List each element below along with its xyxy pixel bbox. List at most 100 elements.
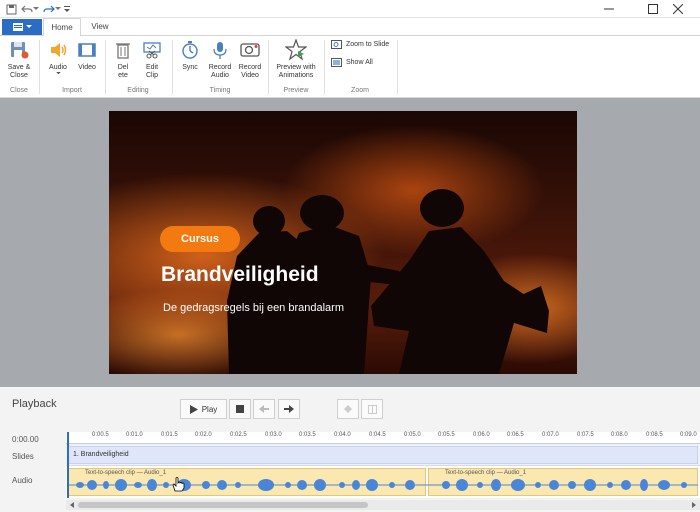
file-menu-button[interactable] [2, 19, 42, 35]
group-label-preview: Preview [283, 87, 309, 94]
preview-with-animations-button[interactable]: Preview with Animations [272, 38, 320, 80]
add-marker-button[interactable] [337, 399, 359, 419]
delete-button[interactable]: Del ete [110, 38, 136, 80]
playback-title: Playback [12, 398, 57, 410]
ruler-tick: 0:01.5 [161, 432, 178, 438]
audio-icon [46, 38, 70, 62]
slide-title: Brandveiligheid [161, 263, 319, 286]
play-icon [189, 404, 198, 414]
zoom-to-slide-icon [331, 40, 342, 49]
arrow-right-icon [284, 405, 294, 413]
import-audio-label: Audio [49, 64, 67, 71]
group-divider [397, 40, 398, 94]
show-all-label: Show All [346, 59, 373, 66]
scroll-right-icon[interactable] [691, 502, 697, 508]
undo-dropdown-icon[interactable] [32, 2, 40, 16]
hand-cursor-icon [172, 477, 185, 492]
save-icon[interactable] [4, 2, 18, 16]
group-label-editing: Editing [127, 87, 149, 94]
group-label-import: Import [62, 87, 82, 94]
slides-row-label: Slides [12, 452, 34, 461]
playback-panel: Playback Play 0:00.00 Slides Audio 0:00.… [0, 387, 700, 512]
zoom-to-slide-button[interactable]: Zoom to Slide [331, 40, 389, 49]
ruler-tick: 0:08.5 [646, 432, 663, 438]
preview-star-icon [284, 38, 308, 62]
group-label-zoom: Zoom [351, 87, 369, 94]
ruler-tick: 0:02.0 [195, 432, 212, 438]
ruler-tick: 0:03.5 [299, 432, 316, 438]
ruler-tick: 0:08.0 [611, 432, 628, 438]
play-label: Play [201, 404, 218, 414]
zoom-to-slide-label: Zoom to Slide [346, 41, 390, 48]
customize-icon[interactable] [63, 2, 71, 16]
show-all-icon [331, 58, 342, 67]
import-audio-button[interactable]: Audio [44, 38, 72, 75]
audio-row-label: Audio [12, 476, 33, 485]
group-divider [324, 40, 325, 94]
split-icon [367, 404, 377, 414]
import-video-button[interactable]: Video [74, 38, 100, 72]
ruler-tick: 0:06.5 [507, 432, 524, 438]
edit-clip-button[interactable]: Edit Clip [138, 38, 166, 80]
ruler-tick: 0:00.5 [92, 432, 109, 438]
close-icon[interactable] [656, 0, 700, 18]
redo-dropdown-icon[interactable] [54, 2, 62, 16]
chevron-down-icon [55, 72, 61, 75]
scroll-left-icon[interactable] [69, 502, 75, 508]
ruler-tick: 0:01.0 [126, 432, 143, 438]
microphone-icon [208, 38, 232, 62]
chevron-down-icon [25, 25, 32, 28]
save-close-button[interactable]: Save & Close [4, 38, 34, 80]
edit-clip-label-2: Clip [145, 72, 159, 79]
import-video-label: Video [78, 64, 96, 71]
show-all-button[interactable]: Show All [331, 58, 373, 67]
preview-label-1: Preview with [276, 64, 316, 71]
play-button[interactable]: Play [180, 399, 227, 419]
tab-view[interactable]: View [82, 18, 118, 36]
sync-button[interactable]: Sync [176, 38, 204, 72]
next-button[interactable] [278, 399, 300, 419]
ruler-tick: 0:07.5 [577, 432, 594, 438]
audio-waveform [68, 479, 698, 491]
tab-home[interactable]: Home [43, 18, 81, 37]
slide-clip[interactable]: 1. Brandveiligheid [68, 446, 698, 464]
group-divider [39, 40, 40, 94]
ruler-tick: 0:03.0 [265, 432, 282, 438]
ruler-tick: 0:07.0 [542, 432, 559, 438]
ruler-tick: 0:02.5 [230, 432, 247, 438]
sync-icon [178, 38, 202, 62]
ruler-tick: 0:06.0 [473, 432, 490, 438]
webcam-icon [238, 38, 262, 62]
record-audio-button[interactable]: Record Audio [206, 38, 234, 80]
video-icon [75, 38, 99, 62]
stop-button[interactable] [229, 399, 251, 419]
group-label-close: Close [10, 87, 28, 94]
timeline-ruler[interactable]: 0:00.5 0:01.0 0:01.5 0:02.0 0:02.5 0:03.… [66, 432, 700, 444]
group-divider [172, 40, 173, 94]
timeline-scrollbar[interactable] [66, 500, 700, 510]
ruler-tick: 0:04.0 [334, 432, 351, 438]
file-menu-icon [12, 23, 23, 31]
slide-preview[interactable]: Cursus Brandveiligheid De gedragsregels … [109, 111, 577, 374]
previous-button[interactable] [253, 399, 275, 419]
ruler-tick: 0:05.0 [404, 432, 421, 438]
ruler-tick: 0:09.0 [680, 432, 697, 438]
course-badge: Cursus [160, 226, 240, 252]
minimize-icon[interactable] [587, 0, 631, 18]
delete-icon [111, 38, 135, 62]
record-video-button[interactable]: Record Video [236, 38, 264, 80]
slide-canvas: Cursus Brandveiligheid De gedragsregels … [0, 98, 700, 387]
marker-icon [344, 405, 352, 413]
ribbon-tab-row: Home View [0, 18, 700, 37]
ribbon: Save & Close Close Audio Video Import De… [0, 36, 700, 98]
edit-clip-icon [140, 38, 164, 62]
arrow-left-icon [259, 405, 269, 413]
record-video-label-2: Video [241, 72, 259, 79]
edit-clip-label-1: Edit [145, 64, 159, 71]
delete-label-2: ete [118, 72, 128, 79]
record-audio-label-2: Audio [211, 72, 229, 79]
playhead[interactable] [67, 432, 69, 498]
delete-label-1: Del [117, 64, 129, 71]
scrollbar-thumb[interactable] [78, 502, 368, 508]
split-button[interactable] [361, 399, 383, 419]
